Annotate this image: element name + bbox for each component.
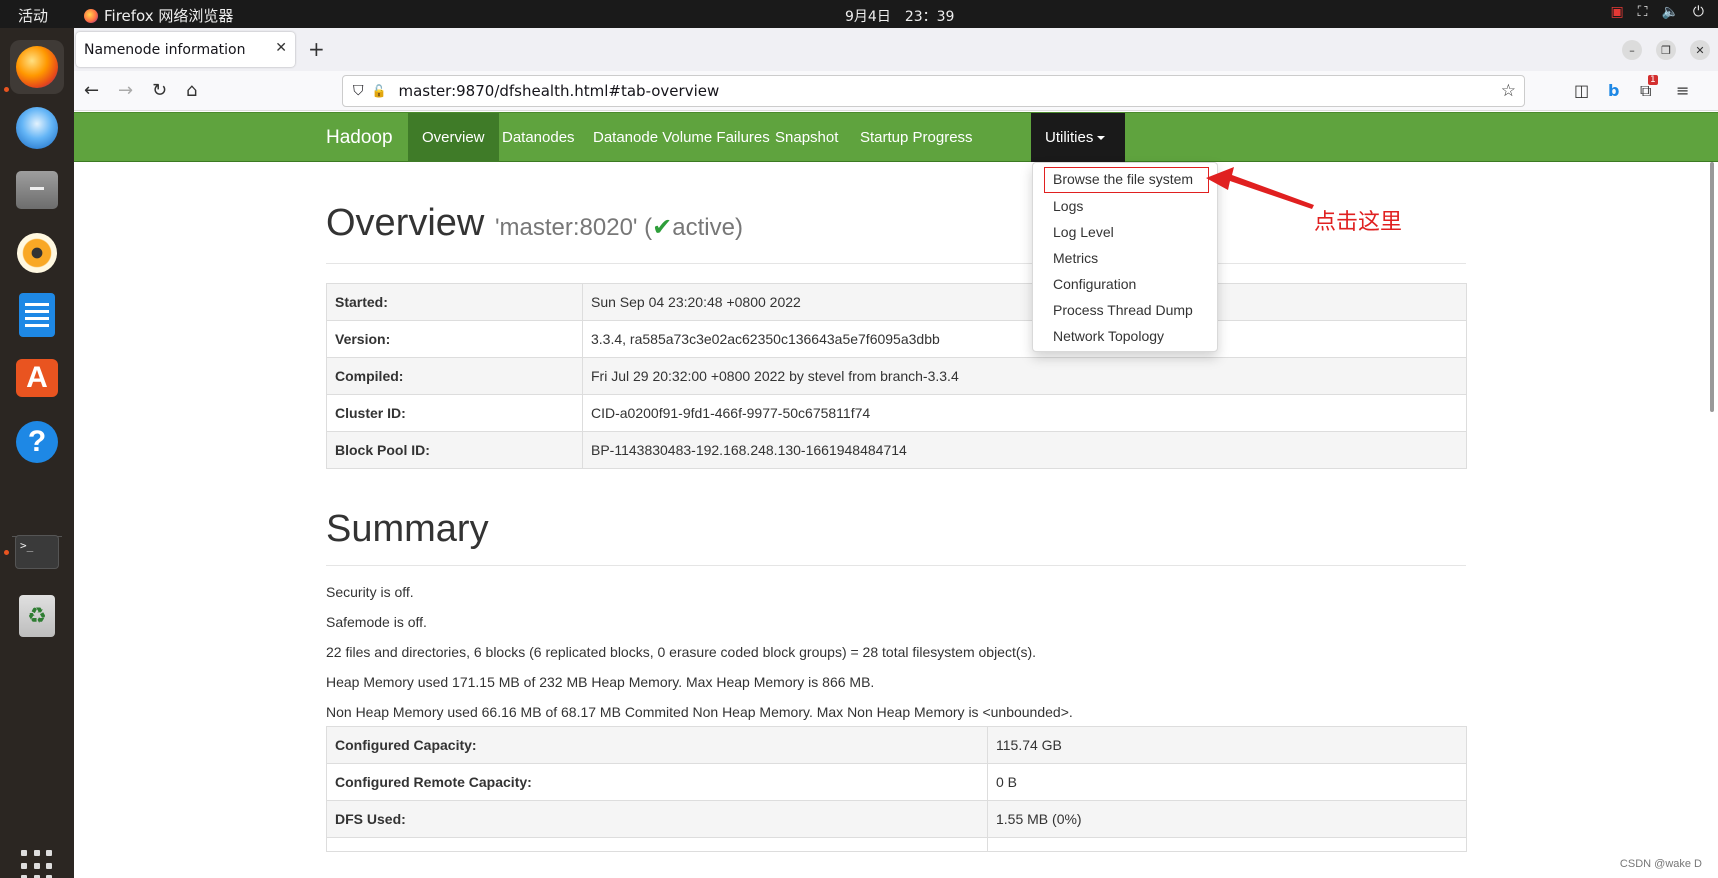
annotation-arrow bbox=[1206, 167, 1314, 209]
